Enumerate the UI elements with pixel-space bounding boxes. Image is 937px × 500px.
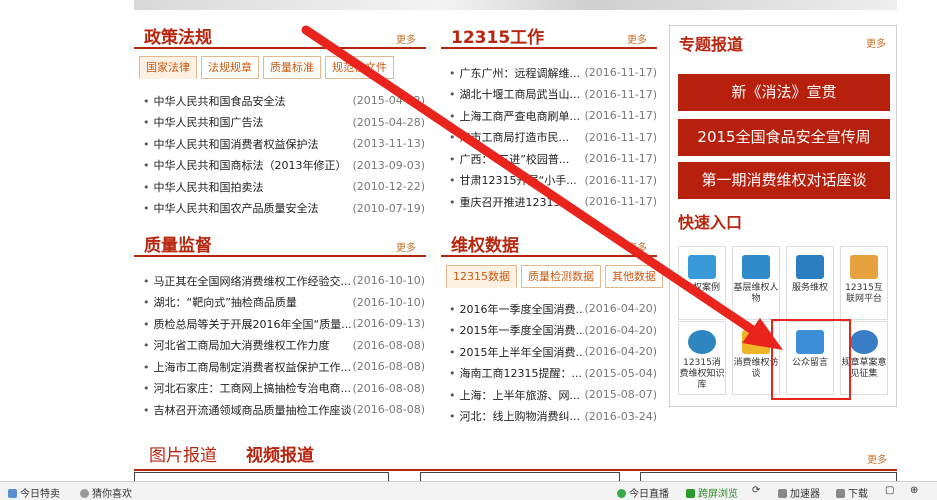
list-item[interactable]: 中华人民共和国农产品质量安全法(2010-07-19) xyxy=(143,198,426,220)
download-icon xyxy=(836,489,845,498)
list-item[interactable]: 中华人民共和国商标法（2013年修正）(2013-09-03) xyxy=(143,155,426,177)
phone-icon xyxy=(686,489,695,498)
status-settings-icon[interactable]: ⟳ xyxy=(752,485,760,496)
list-item[interactable]: 湖北十堰工商局武当山...(2016-11-17) xyxy=(449,84,658,106)
video-camera-icon xyxy=(796,255,824,279)
browser-status-bar: 今日特卖 猜你喜欢 今日直播 跨屏浏览 ⟳ 加速器 下载 ▢ ⊕ xyxy=(0,481,937,500)
media-more-link[interactable]: 更多 xyxy=(867,451,887,466)
rights-tabs: 12315数据 质量检测数据 其他数据 xyxy=(446,265,663,289)
status-accelerator[interactable]: 加速器 xyxy=(778,485,820,500)
work12315-section-header: 12315工作 更多 xyxy=(441,25,657,49)
quality-title: 质量监督 xyxy=(144,236,212,256)
tab-regulations[interactable]: 法规规章 xyxy=(201,56,259,79)
tile-knowledge-base[interactable]: 12315消费维权知识库 xyxy=(678,321,726,395)
list-item[interactable]: 中华人民共和国拍卖法(2010-12-22) xyxy=(143,176,426,198)
grid-icon xyxy=(8,489,17,498)
list-item[interactable]: 重庆召开推进12315...(2016-11-17) xyxy=(449,191,658,213)
rights-list: 2016年一季度全国消费...(2016-04-20) 2015年一季度全国消费… xyxy=(449,298,658,428)
policy-tabs: 国家法律 法规规章 质量标准 规范性文件 xyxy=(139,56,394,80)
work12315-more-link[interactable]: 更多 xyxy=(627,31,647,46)
chat-bubble-icon xyxy=(742,330,770,354)
list-item[interactable]: 2016年一季度全国消费...(2016-04-20) xyxy=(449,298,658,320)
tab-normative-documents[interactable]: 规范性文件 xyxy=(325,56,394,79)
status-zoom-icon[interactable]: ⊕ xyxy=(910,485,918,496)
rocket-icon xyxy=(778,489,787,498)
list-item[interactable]: 海南工商12315提醒：...(2015-05-04) xyxy=(449,363,658,385)
tab-quality-test-data[interactable]: 质量检测数据 xyxy=(521,265,601,288)
handshake-icon xyxy=(850,255,878,279)
work12315-title: 12315工作 xyxy=(451,28,545,48)
list-item[interactable]: 马正其在全国网络消费维权工作经验交...(2016-10-10) xyxy=(143,270,426,292)
quality-list: 马正其在全国网络消费维权工作经验交...(2016-10-10) 湖北：“靶向式… xyxy=(143,270,426,421)
list-item[interactable]: 河北省工商局加大消费维权工作力度(2016-08-08) xyxy=(143,335,426,357)
dot-icon xyxy=(80,489,89,498)
list-item[interactable]: 广西：“三进”校园普...(2016-11-17) xyxy=(449,148,658,170)
tab-quality-standards[interactable]: 质量标准 xyxy=(263,56,321,79)
list-item[interactable]: 2015年一季度全国消费...(2016-04-20) xyxy=(449,320,658,342)
media-report-tabs: 图片报道 视频报道 更多 xyxy=(134,437,897,471)
policy-title: 政策法规 xyxy=(144,28,212,48)
tab-other-data[interactable]: 其他数据 xyxy=(605,265,663,288)
status-screenshot-icon[interactable]: ▢ xyxy=(885,485,894,496)
list-item[interactable]: 2015年上半年全国消费...(2016-04-20) xyxy=(449,341,658,363)
list-item[interactable]: 河北石家庄：工商网上搞抽检专治电商...(2016-08-08) xyxy=(143,378,426,400)
list-item[interactable]: 质检总局等关于开展2016年全国“质量...(2016-09-13) xyxy=(143,313,426,335)
newspaper-icon xyxy=(742,255,770,279)
work12315-list: 广东广州：远程调解维...(2016-11-17) 湖北十堰工商局武当山...(… xyxy=(449,62,658,213)
list-item[interactable]: 上海市工商局制定消费者权益保护工作...(2016-08-08) xyxy=(143,356,426,378)
quality-section-header: 质量监督 更多 xyxy=(134,233,426,257)
list-item[interactable]: 上海：上半年旅游、网...(2015-08-07) xyxy=(449,384,658,406)
rights-more-link[interactable]: 更多 xyxy=(627,239,647,254)
status-download[interactable]: 下载 xyxy=(836,485,868,500)
special-more-link[interactable]: 更多 xyxy=(866,35,886,50)
people-icon xyxy=(850,330,878,354)
policy-list: 中华人民共和国食品安全法(2015-04-22) 中华人民共和国广告法(2015… xyxy=(143,90,426,220)
annotation-highlight-box xyxy=(771,319,851,400)
tab-12315-data[interactable]: 12315数据 xyxy=(446,265,517,288)
globe-icon xyxy=(688,330,716,354)
list-item[interactable]: 河北：线上购物消费纠...(2016-03-24) xyxy=(449,406,658,428)
tile-rights-cases[interactable]: 维权案例 xyxy=(678,246,726,320)
quality-more-link[interactable]: 更多 xyxy=(396,239,416,254)
list-item[interactable]: 上海工商严查电商刷单...(2016-11-17) xyxy=(449,105,658,127)
list-item[interactable]: 海市工商局打造市民...(2016-11-17) xyxy=(449,127,658,149)
rights-title: 维权数据 xyxy=(451,236,519,256)
tab-video-report[interactable]: 视频报道 xyxy=(246,441,314,466)
policy-more-link[interactable]: 更多 xyxy=(396,31,416,46)
envelope-icon xyxy=(688,255,716,279)
status-live[interactable]: 今日直播 xyxy=(617,485,669,500)
list-item[interactable]: 吉林召开流通领域商品质量抽检工作座谈会(2016-08-08) xyxy=(143,399,426,421)
banner-rights-dialogue[interactable]: 第一期消费维权对话座谈 xyxy=(678,162,890,199)
play-icon xyxy=(617,489,626,498)
tab-national-law[interactable]: 国家法律 xyxy=(139,56,197,79)
special-report-title: 专题报道 xyxy=(679,35,744,54)
tile-service-rights[interactable]: 服务维权 xyxy=(786,246,834,320)
banner-food-safety-week[interactable]: 2015全国食品安全宣传周 xyxy=(678,119,890,156)
status-today-sale[interactable]: 今日特卖 xyxy=(8,485,60,500)
status-guess-you-like[interactable]: 猜你喜欢 xyxy=(80,485,132,500)
policy-section-header: 政策法规 更多 xyxy=(134,25,426,49)
list-item[interactable]: 中华人民共和国广告法(2015-04-28) xyxy=(143,112,426,134)
list-item[interactable]: 中华人民共和国食品安全法(2015-04-22) xyxy=(143,90,426,112)
list-item[interactable]: 广东广州：远程调解维...(2016-11-17) xyxy=(449,62,658,84)
tab-photo-report[interactable]: 图片报道 xyxy=(149,441,217,466)
tile-grassroots-people[interactable]: 基层维权人物 xyxy=(732,246,780,320)
list-item[interactable]: 甘肃12315开展“小手...(2016-11-17) xyxy=(449,170,658,192)
top-banner-strip xyxy=(134,0,897,10)
quick-entry-title: 快速入口 xyxy=(678,213,743,232)
status-cross-screen[interactable]: 跨屏浏览 xyxy=(686,485,738,500)
list-item[interactable]: 中华人民共和国消费者权益保护法(2013-11-13) xyxy=(143,133,426,155)
tile-internet-platform[interactable]: 12315互联网平台 xyxy=(840,246,888,320)
rights-section-header: 维权数据 更多 xyxy=(441,233,657,257)
banner-consumer-law[interactable]: 新《消法》宣贯 xyxy=(678,74,890,111)
list-item[interactable]: 湖北：“靶向式”抽检商品质量(2016-10-10) xyxy=(143,292,426,314)
